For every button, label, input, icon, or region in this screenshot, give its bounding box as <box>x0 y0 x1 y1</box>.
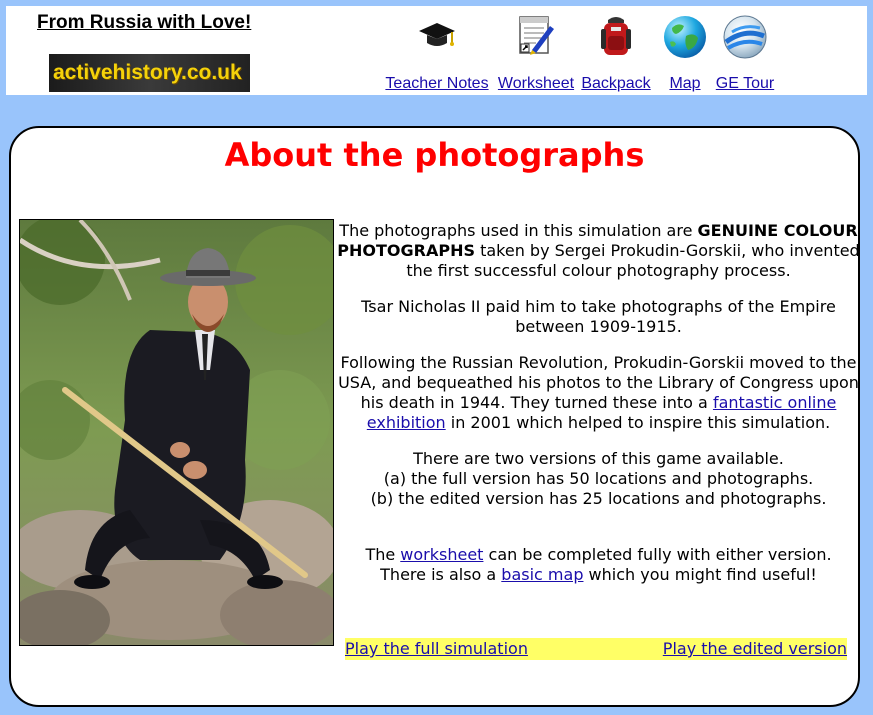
worksheet-link[interactable]: worksheet <box>400 545 483 564</box>
play-options-bar: Play the full simulation Play the edited… <box>345 638 847 660</box>
content-panel: About the photographs The photographs us… <box>9 126 860 707</box>
page-title: About the photographs <box>224 136 645 174</box>
paragraph-revolution: Following the Russian Revolution, Prokud… <box>336 353 861 433</box>
nav-label: Backpack <box>581 75 651 92</box>
header-bar: From Russia with Love! activehistory.co.… <box>6 6 867 95</box>
versions-line-3: (b) the edited version has 25 locations … <box>370 489 827 508</box>
nav-label: GE Tour <box>715 75 775 92</box>
globe-icon <box>664 16 706 58</box>
p5-text: The <box>365 545 401 564</box>
p5-line2-end: which you might find useful! <box>583 565 817 584</box>
basic-map-link[interactable]: basic map <box>501 565 583 584</box>
nav-map[interactable]: Map <box>662 14 708 92</box>
logo-text: activehistory.co.uk <box>53 61 242 84</box>
versions-line-1: There are two versions of this game avai… <box>413 449 784 468</box>
nav-label: Teacher Notes <box>385 75 489 92</box>
p3-text-end: in 2001 which helped to inspire this sim… <box>445 413 831 432</box>
paragraph-genuine: The photographs used in this simulation … <box>336 221 861 281</box>
play-full-simulation-link[interactable]: Play the full simulation <box>345 638 528 660</box>
p5-text-mid: can be completed fully with either versi… <box>483 545 832 564</box>
nav-label: Map <box>669 75 701 92</box>
play-edited-version-link[interactable]: Play the edited version <box>663 638 847 660</box>
site-title-link[interactable]: From Russia with Love! <box>37 12 251 34</box>
versions-line-2: (a) the full version has 50 locations an… <box>383 469 814 488</box>
activehistory-logo[interactable]: activehistory.co.uk <box>49 54 250 92</box>
portrait-image <box>20 220 333 645</box>
paragraph-worksheet: The worksheet can be completed fully wit… <box>336 545 861 585</box>
prokudin-gorskii-portrait <box>19 219 334 646</box>
nav-label: Worksheet <box>497 75 575 92</box>
google-earth-icon <box>723 15 767 59</box>
backpack-icon <box>601 17 631 55</box>
paragraph-tsar: Tsar Nicholas II paid him to take photog… <box>361 297 836 336</box>
paragraph-versions: There are two versions of this game avai… <box>336 449 861 509</box>
p1-text-end: taken by Sergei Prokudin-Gorskii, who in… <box>406 241 860 280</box>
p1-text: The photographs used in this simulation … <box>339 221 698 240</box>
graduation-cap-icon <box>419 23 455 46</box>
nav-teacher-notes[interactable]: Teacher Notes <box>385 14 489 92</box>
about-text: The photographs used in this simulation … <box>336 221 861 601</box>
nav-worksheet[interactable]: Worksheet <box>498 14 574 92</box>
nav-backpack[interactable]: Backpack <box>581 14 651 92</box>
nav-ge-tour[interactable]: GE Tour <box>716 14 774 92</box>
worksheet-pen-icon <box>519 16 554 55</box>
p5-line2-text: There is also a <box>380 565 502 584</box>
